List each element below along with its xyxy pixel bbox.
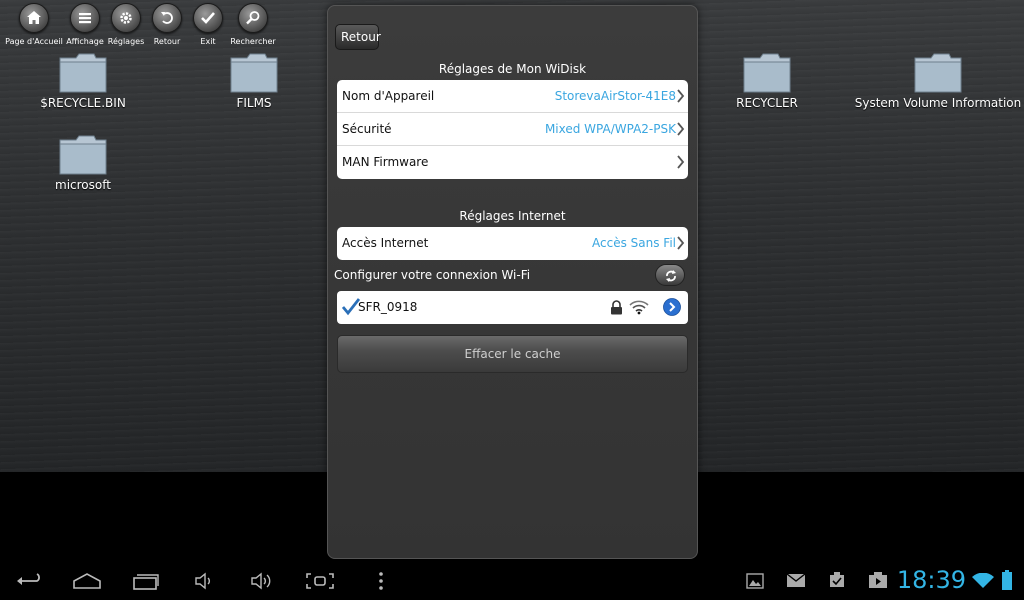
folder-icon (230, 53, 278, 93)
folder-label: $RECYCLE.BIN (40, 96, 126, 110)
check-icon (201, 12, 215, 24)
refresh-button[interactable] (655, 264, 685, 286)
search-icon (246, 11, 260, 25)
chevron-right-icon (677, 155, 685, 169)
home-nav-icon[interactable] (72, 572, 102, 590)
widisk-settings-group: Nom d'Appareil StorevaAirStor-41E8 Sécur… (337, 80, 688, 179)
folder-label: System Volume Information (854, 96, 1022, 110)
internet-settings-group: Accès Internet Accès Sans Fil (337, 227, 688, 260)
row-value: Accès Sans Fil (592, 236, 676, 250)
chevron-right-icon (677, 122, 685, 136)
folder-icon (743, 53, 791, 93)
row-label: MAN Firmware (342, 155, 429, 169)
chevron-right-icon (677, 89, 685, 103)
info-arrow-icon[interactable] (663, 298, 681, 316)
row-label: Accès Internet (342, 236, 429, 250)
volume-up-icon[interactable] (249, 571, 275, 591)
clear-cache-button[interactable]: Effacer le cache (337, 335, 688, 373)
section-title-widisk: Réglages de Mon WiDisk (438, 62, 587, 76)
folder-icon (59, 135, 107, 175)
row-security[interactable]: Sécurité Mixed WPA/WPA2-PSK (337, 113, 688, 146)
screenshot-icon[interactable] (305, 572, 335, 590)
gallery-notification-icon[interactable] (746, 572, 764, 590)
folder-icon (914, 53, 962, 93)
chevron-right-icon (677, 236, 685, 250)
folder-label: FILMS (236, 96, 272, 110)
folder-label: RECYCLER (736, 96, 798, 110)
settings-panel: Retour Réglages de Mon WiDisk Nom d'Appa… (327, 5, 698, 559)
refresh-icon (666, 270, 676, 282)
row-man-firmware[interactable]: MAN Firmware (337, 146, 688, 179)
folder-icon (59, 53, 107, 93)
gear-icon (120, 12, 132, 24)
menu-dots-icon[interactable] (378, 571, 384, 591)
wifi-config-header: Configurer votre connexion Wi-Fi (334, 268, 531, 282)
section-title-internet: Réglages Internet (459, 209, 566, 223)
mail-notification-icon[interactable] (786, 573, 806, 588)
row-device-name[interactable]: Nom d'Appareil StorevaAirStor-41E8 (337, 80, 688, 113)
row-value: Mixed WPA/WPA2-PSK (544, 122, 676, 136)
task-notification-icon[interactable] (828, 571, 846, 589)
back-button[interactable]: Retour (335, 24, 381, 50)
wifi-status-icon (972, 573, 994, 588)
undo-icon (161, 12, 173, 24)
lock-icon (611, 300, 622, 315)
list-icon (79, 13, 91, 24)
folder-recycler[interactable]: RECYCLER (682, 52, 852, 110)
volume-down-icon[interactable] (193, 572, 215, 590)
folder-microsoft[interactable]: microsoft (0, 134, 168, 192)
recent-apps-icon[interactable] (132, 571, 160, 591)
row-value: StorevaAirStor-41E8 (554, 89, 676, 103)
system-navigation-bar: 18:39 (0, 564, 1024, 600)
wifi-signal-icon (629, 300, 649, 315)
toolbar-label: Rechercher (230, 37, 276, 46)
folder-system-volume-information[interactable]: System Volume Information (853, 52, 1023, 110)
row-label: Nom d'Appareil (342, 89, 435, 103)
home-icon (27, 11, 41, 24)
battery-icon (1002, 570, 1012, 590)
folder-recycle-bin[interactable]: $RECYCLE.BIN (0, 52, 168, 110)
row-label: Sécurité (342, 122, 392, 136)
video-notification-icon[interactable] (868, 572, 888, 589)
back-icon[interactable] (15, 573, 43, 589)
folder-films[interactable]: FILMS (169, 52, 339, 110)
wifi-network-row[interactable]: SFR_0918 (337, 291, 688, 324)
wifi-ssid: SFR_0918 (358, 300, 418, 314)
row-internet-access[interactable]: Accès Internet Accès Sans Fil (337, 227, 688, 260)
toolbar-search-button[interactable]: Rechercher (223, 3, 283, 46)
clock: 18:39 (896, 566, 966, 594)
folder-label: microsoft (55, 178, 111, 192)
